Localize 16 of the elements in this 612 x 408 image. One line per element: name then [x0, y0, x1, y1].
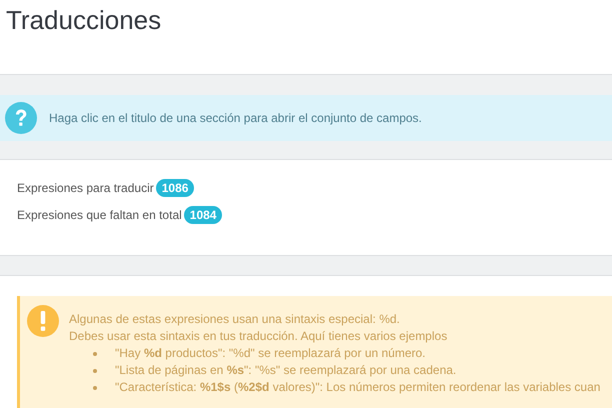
- bullet-icon: [93, 368, 97, 372]
- count-badge: 1084: [184, 206, 222, 224]
- help-icon: [5, 102, 37, 134]
- bullet-icon: [93, 386, 97, 390]
- example-text: "Hay %d productos": "%d" se reemplazará por un número.: [115, 345, 426, 362]
- bullet-icon: [93, 352, 97, 356]
- count-badge: 1086: [156, 179, 194, 197]
- warning-text: Algunas de estas expresiones usan una sintaxis especial: %d.: [69, 311, 400, 328]
- example-text: "Característica: %1$s (%2$d valores)": Los números permiten reordenar las variables cuan: [115, 379, 600, 396]
- info-message: Haga clic en el titulo de una sección para abrir el conjunto de campos.: [49, 110, 422, 127]
- page-title: Traducciones: [6, 4, 162, 36]
- warning-text: Debes usar esta sintaxis en tus traducción. Aquí tienes varios ejemplos: [69, 328, 448, 345]
- stat-label: Expresiones que faltan en total: [17, 207, 182, 224]
- stat-label: Expresiones para traducir: [17, 180, 154, 197]
- warning-icon: [27, 305, 59, 337]
- example-text: "Lista de páginas en %s": "%s" se reemplazará por una cadena.: [115, 362, 456, 379]
